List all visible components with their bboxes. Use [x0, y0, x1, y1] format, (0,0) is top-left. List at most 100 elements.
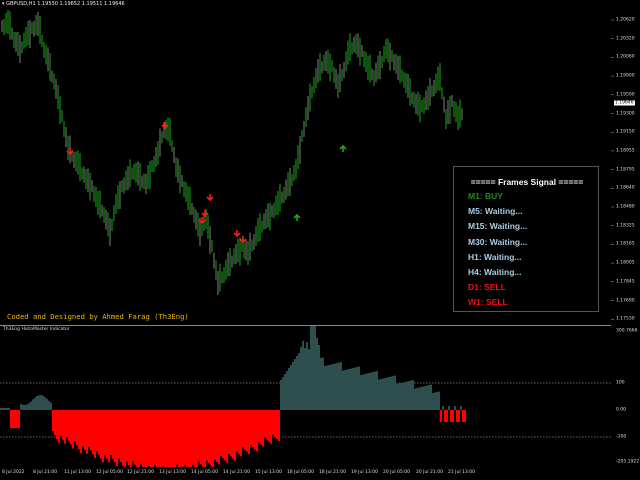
- histogram-bar: [98, 410, 100, 455]
- histogram-bar: [96, 410, 98, 451]
- histogram-bar: [328, 365, 330, 410]
- signal-row-m5: M5: Waiting...: [468, 206, 523, 217]
- histogram-canvas[interactable]: [0, 326, 611, 467]
- histogram-bar: [296, 356, 298, 410]
- histogram-bar: [430, 384, 432, 410]
- histogram-bar: [252, 410, 254, 448]
- histogram-bar: [186, 410, 188, 467]
- histogram-bar: [100, 410, 102, 459]
- histogram-bar: [420, 387, 422, 410]
- histogram-bar: [360, 375, 362, 410]
- histogram-bar: [410, 380, 412, 410]
- histogram-bar: [8, 408, 10, 410]
- histogram-bar: [230, 410, 232, 457]
- signal-row-m1: M1: BUY: [468, 191, 503, 201]
- histogram-bar: [70, 410, 72, 445]
- histogram-bar: [52, 410, 54, 431]
- histogram-bar: [120, 410, 122, 463]
- price-tick-label: 1.20320: [616, 36, 635, 42]
- histogram-bar: [382, 378, 384, 410]
- histogram-bar: [246, 410, 248, 452]
- time-tick-label: 8 Jul 21:00: [33, 470, 58, 475]
- histogram-bar: [440, 410, 442, 422]
- histogram-bar: [16, 410, 18, 428]
- frames-signal-title: ===== Frames Signal =====: [470, 177, 584, 187]
- histogram-bar: [64, 410, 66, 444]
- histogram-bar: [334, 363, 336, 410]
- histogram-bar: [206, 410, 208, 461]
- histogram-bar: [332, 364, 334, 410]
- histogram-bar: [116, 410, 118, 467]
- histogram-bar: [268, 410, 270, 442]
- indicator-tick-label: 300.7666: [616, 328, 638, 334]
- time-tick-label: 12 Jul 21:00: [127, 470, 154, 475]
- histogram-bar: [284, 374, 286, 410]
- histogram-bar: [198, 410, 200, 462]
- histogram-bar: [378, 379, 380, 410]
- signal-row-d1: D1: SELL: [468, 282, 506, 293]
- histogram-bar: [106, 410, 108, 459]
- histogram-bar: [6, 408, 8, 410]
- time-tick-label: 15 Jul 13:00: [255, 470, 282, 475]
- histogram-bar: [280, 380, 282, 410]
- histogram-bar: [18, 410, 20, 428]
- histogram-bar: [196, 410, 198, 467]
- signal-row-m15: M15: Waiting...: [468, 221, 528, 232]
- histogram-bar: [34, 397, 36, 410]
- histogram-bar: [156, 410, 158, 467]
- histogram-bar: [330, 364, 332, 410]
- histogram-bar: [278, 410, 280, 441]
- histogram-bar: [140, 410, 142, 464]
- histogram-bar: [46, 398, 48, 410]
- time-tick-label: 12 Jul 05:00: [96, 470, 123, 475]
- histogram-bar: [136, 410, 138, 467]
- histogram-bar: [452, 410, 454, 422]
- histogram-bar: [404, 382, 406, 410]
- histogram-bar: [72, 410, 74, 449]
- histogram-bar: [150, 410, 152, 467]
- histogram-bar: [162, 410, 164, 466]
- histogram-bar: [372, 372, 374, 410]
- histogram-bar: [302, 341, 304, 410]
- histogram-bar: [424, 386, 426, 410]
- histogram-bar: [304, 348, 306, 410]
- histogram-bar: [254, 410, 256, 450]
- histogram-bar: [338, 362, 340, 410]
- time-axis[interactable]: 8 Jul 2022 8 Jul 21:00 11 Jul 13:00 12 Jul …: [0, 467, 611, 480]
- histogram-bar: [228, 410, 230, 454]
- histogram-bar: [180, 410, 182, 467]
- chart-title-bar: ▾ GBPUSD,H1 1.19530 1.19652 1.19511 1.19…: [2, 1, 125, 7]
- histogram-bar: [202, 410, 204, 467]
- histogram-bar: [94, 410, 96, 459]
- histogram-bar: [48, 400, 50, 410]
- indicator-tick-label: 100: [616, 380, 625, 386]
- histogram-bar: [236, 410, 238, 452]
- histogram-bar: [346, 369, 348, 410]
- histogram-bar: [32, 399, 34, 410]
- histogram-bar: [274, 410, 276, 437]
- price-axis-ticks: [611, 19, 614, 320]
- histogram-bar: [128, 410, 130, 466]
- time-tick-label: 18 Jul 21:00: [319, 470, 346, 475]
- histogram-bar: [194, 410, 196, 467]
- price-axis[interactable]: 1.20620 1.20320 1.20060 1.19900 1.19590 1.193…: [611, 0, 640, 467]
- histogram-bar: [342, 370, 344, 410]
- histogram-bar: [318, 345, 320, 410]
- indicator-pane[interactable]: Th3Eng HistoMaster Indicator: [0, 326, 611, 467]
- histogram-bar: [152, 410, 154, 467]
- histogram-bar: [418, 387, 420, 410]
- histogram-bar: [30, 401, 32, 410]
- histogram-bar: [388, 377, 390, 410]
- chart-menu-icon[interactable]: ▾: [2, 1, 5, 7]
- histogram-bar: [368, 373, 370, 410]
- histogram-bar: [126, 410, 128, 462]
- histogram-bar: [358, 366, 360, 410]
- histogram-bar: [36, 396, 38, 410]
- histogram-bar: [426, 385, 428, 410]
- histogram-bar: [432, 393, 434, 410]
- chart-window[interactable]: ▾ GBPUSD,H1 1.19530 1.19652 1.19511 1.19…: [0, 0, 640, 480]
- histogram-bar: [176, 410, 178, 465]
- histogram-bar: [450, 410, 452, 422]
- histogram-bar: [232, 410, 234, 459]
- histogram-bar: [10, 410, 12, 428]
